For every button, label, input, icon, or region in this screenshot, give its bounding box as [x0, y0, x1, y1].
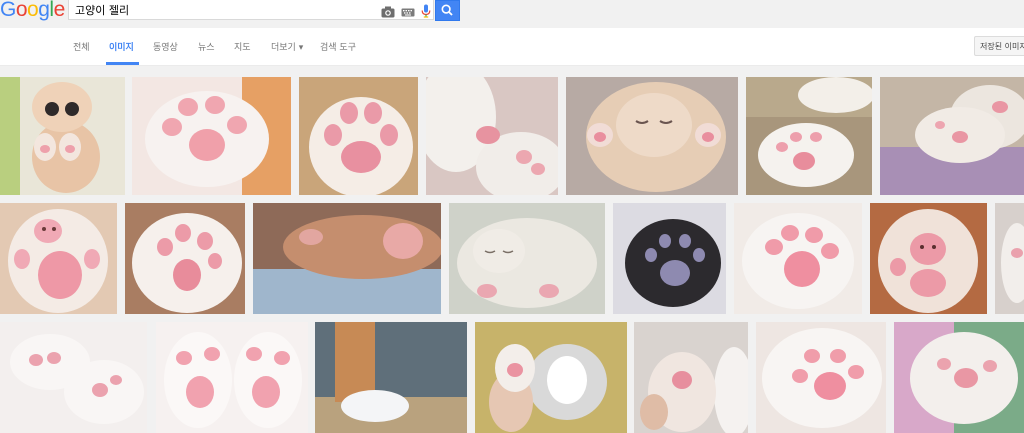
image-result[interactable] [315, 322, 467, 433]
image-result[interactable] [125, 203, 245, 314]
image-results-grid [0, 66, 1024, 433]
tab-all[interactable]: 전체 [73, 40, 90, 53]
search-button[interactable] [435, 0, 460, 21]
tab-news[interactable]: 뉴스 [198, 40, 215, 53]
image-result[interactable] [0, 203, 117, 314]
image-result[interactable] [870, 203, 987, 314]
image-result[interactable] [156, 322, 308, 433]
image-result[interactable] [0, 77, 125, 195]
tab-search-tools[interactable]: 검색 도구 [320, 40, 356, 53]
search-tabs: 전체 이미지 동영상 뉴스 지도 더보기 ▾ 검색 도구 저장된 이미지 [0, 28, 1024, 66]
image-result[interactable] [0, 322, 147, 433]
keyboard-icon[interactable] [401, 3, 415, 17]
image-result[interactable] [995, 203, 1024, 314]
image-result[interactable] [894, 322, 1024, 433]
microphone-icon[interactable] [419, 3, 433, 18]
search-icon [441, 4, 453, 16]
image-result[interactable] [756, 322, 886, 433]
saved-images-button[interactable]: 저장된 이미지 [974, 36, 1024, 56]
image-result[interactable] [132, 77, 291, 195]
image-result[interactable] [613, 203, 726, 314]
image-result[interactable] [634, 322, 748, 433]
tab-more[interactable]: 더보기 ▾ [271, 40, 303, 53]
image-result[interactable] [475, 322, 627, 433]
search-input[interactable] [75, 2, 365, 17]
camera-icon[interactable] [381, 3, 395, 18]
top-bar: Google [0, 0, 1024, 28]
image-result[interactable] [426, 77, 558, 195]
tab-videos[interactable]: 동영상 [153, 40, 178, 53]
image-result[interactable] [880, 77, 1024, 195]
search-box[interactable] [68, 0, 434, 20]
active-tab-indicator [106, 62, 139, 65]
image-result[interactable] [253, 203, 441, 314]
tab-maps[interactable]: 지도 [234, 40, 251, 53]
tab-images[interactable]: 이미지 [109, 40, 134, 53]
image-result[interactable] [566, 77, 738, 195]
google-logo[interactable]: Google [0, 0, 65, 22]
image-result[interactable] [299, 77, 418, 195]
image-result[interactable] [734, 203, 862, 314]
image-result[interactable] [746, 77, 872, 195]
image-result[interactable] [449, 203, 605, 314]
